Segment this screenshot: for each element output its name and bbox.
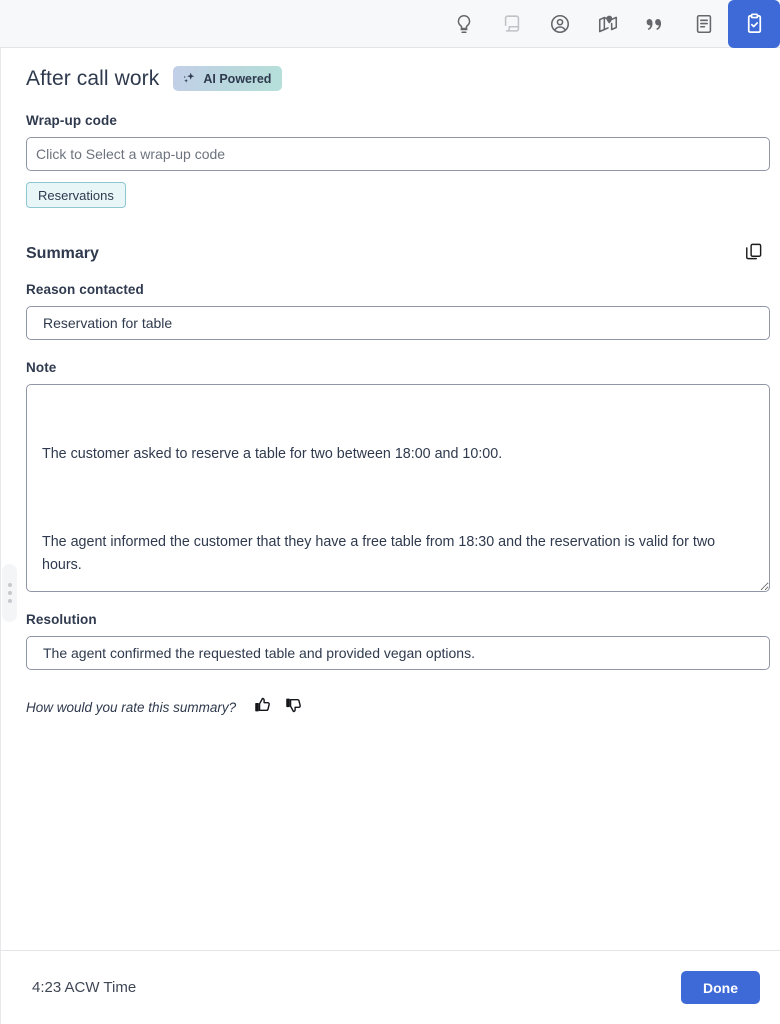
wrapup-code-block: Wrap-up code Click to Select a wrap-up c… (26, 113, 770, 208)
handle-dot (7, 599, 12, 603)
reason-contacted-label: Reason contacted (26, 282, 144, 297)
rating-question: How would you rate this summary? (26, 699, 237, 715)
acw-footer: 4:23 ACW Time Done (0, 950, 780, 1024)
ai-powered-badge: AI Powered (173, 66, 283, 91)
reason-contacted-input[interactable]: Reservation for table (26, 306, 770, 340)
page-header: After call work AI Powered (26, 66, 766, 91)
resolution-input[interactable]: The agent confirmed the requested table … (26, 636, 770, 670)
reason-contacted-block: Reason contacted Reservation for table (26, 282, 770, 340)
summary-title: Summary (26, 245, 99, 262)
wrapup-code-input[interactable]: Click to Select a wrap-up code (26, 137, 770, 171)
wrapup-chip-reservations[interactable]: Reservations (26, 182, 126, 208)
scroll-icon (501, 13, 523, 35)
summary-header: Summary (26, 242, 770, 266)
wrapup-code-label: Wrap-up code (26, 113, 117, 128)
handle-dot (7, 591, 12, 595)
clipboard-check-icon (743, 12, 766, 35)
tab-notes[interactable] (680, 0, 728, 48)
copy-summary-button[interactable] (741, 242, 765, 266)
quote-icon (645, 13, 667, 35)
note-label: Note (26, 360, 57, 375)
after-call-work-panel: After call work AI Powered Wrap-up code … (0, 0, 780, 1024)
tab-insights[interactable] (440, 0, 488, 48)
panel-resize-handle[interactable] (2, 564, 17, 622)
tab-customer[interactable] (536, 0, 584, 48)
tab-script[interactable] (488, 0, 536, 48)
document-lines-icon (693, 13, 715, 35)
handle-dot (7, 583, 12, 587)
ai-badge-label: AI Powered (203, 71, 272, 86)
copy-icon (744, 242, 763, 266)
thumbs-up-button[interactable] (252, 696, 274, 718)
user-circle-icon (549, 13, 571, 35)
note-paragraph: The customer asked to reserve a table fo… (42, 446, 503, 463)
lightbulb-icon (453, 13, 475, 35)
thumbs-up-icon (254, 696, 272, 719)
note-block: Note The customer asked to reserve a tab… (26, 360, 770, 592)
acw-form: After call work AI Powered Wrap-up code … (1, 48, 780, 718)
rating-thumbs (252, 696, 305, 718)
thumbs-down-button[interactable] (283, 696, 305, 718)
summary-rating-row: How would you rate this summary? (26, 696, 766, 718)
note-textarea[interactable]: The customer asked to reserve a table fo… (26, 384, 770, 592)
acw-content-panel: After call work AI Powered Wrap-up code … (0, 48, 780, 950)
resolution-label: Resolution (26, 612, 97, 627)
done-button[interactable]: Done (681, 971, 760, 1004)
thumbs-down-icon (285, 696, 303, 719)
acw-timer: 4:23 ACW Time (32, 979, 137, 996)
tab-after-call-work[interactable] (728, 0, 780, 48)
top-icon-bar (0, 0, 780, 48)
map-pin-icon (597, 13, 619, 35)
resolution-block: Resolution The agent confirmed the reque… (26, 612, 770, 670)
note-paragraph: The agent informed the customer that the… (42, 533, 720, 573)
tab-transcript[interactable] (632, 0, 680, 48)
tab-journey[interactable] (584, 0, 632, 48)
page-title: After call work (26, 66, 160, 90)
tab-strip (440, 0, 780, 48)
sparkle-icon (182, 71, 197, 86)
